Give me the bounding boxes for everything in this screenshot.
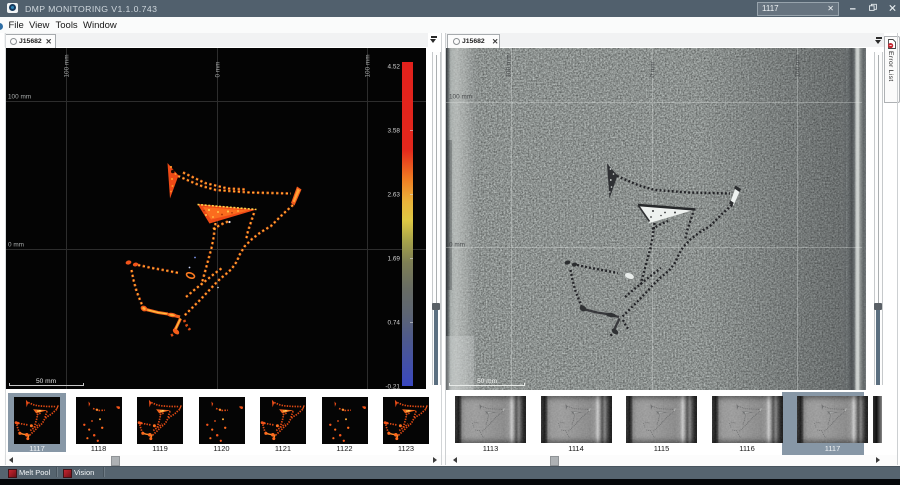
svg-text:100 mm: 100 mm xyxy=(365,54,372,77)
svg-text:50 mm: 50 mm xyxy=(36,378,57,385)
svg-text:50 mm: 50 mm xyxy=(477,378,498,385)
svg-text:1.69: 1.69 xyxy=(388,255,401,262)
svg-text:-0.21: -0.21 xyxy=(385,383,400,389)
svg-text:100 mm: 100 mm xyxy=(506,54,513,77)
svg-text:0 mm: 0 mm xyxy=(215,62,222,78)
svg-text:100 mm: 100 mm xyxy=(64,54,71,77)
svg-text:0 mm: 0 mm xyxy=(650,62,657,78)
svg-text:100 mm: 100 mm xyxy=(795,54,802,77)
svg-text:0 mm: 0 mm xyxy=(449,242,465,249)
svg-text:0 mm: 0 mm xyxy=(8,242,24,249)
svg-text:100 mm: 100 mm xyxy=(8,94,31,101)
svg-text:4.52: 4.52 xyxy=(388,63,401,70)
svg-text:2.63: 2.63 xyxy=(388,191,401,198)
svg-text:0.74: 0.74 xyxy=(388,319,401,326)
svg-text:100 mm: 100 mm xyxy=(449,94,472,101)
svg-text:3.58: 3.58 xyxy=(388,127,401,134)
